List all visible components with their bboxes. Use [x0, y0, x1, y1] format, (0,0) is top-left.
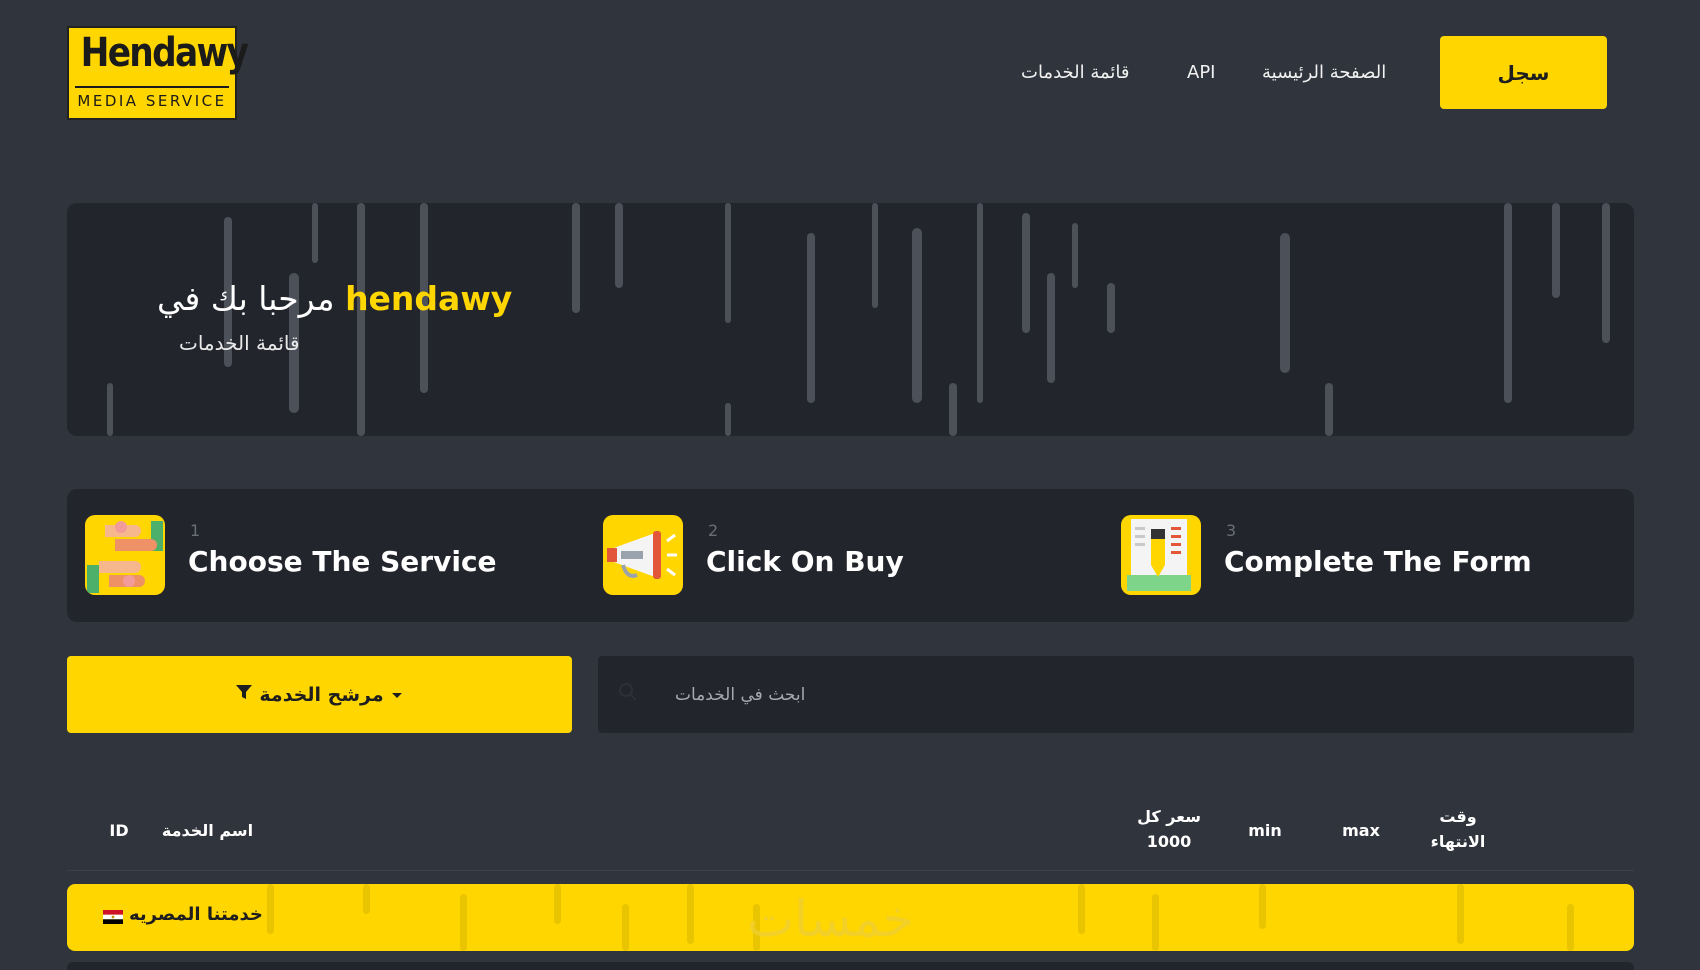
step-label: Click On Buy [706, 545, 904, 578]
col-header-price-line1: سعر كل [1137, 807, 1201, 826]
nav-api[interactable]: API [1187, 56, 1215, 90]
egypt-flag-icon [103, 908, 123, 924]
hero-brand: hendawy [345, 279, 513, 318]
filter-label: مرشح الخدمة [259, 683, 384, 706]
step-number: 2 [708, 521, 719, 540]
col-header-time-line2: الانتهاء [1430, 832, 1486, 851]
category-label: خدمتنا المصريه [129, 904, 263, 925]
step-2: 2 Click On Buy [585, 515, 1085, 597]
col-header-price-line2: 1000 [1146, 832, 1192, 851]
logo-subtitle: MEDIA SERVICE [75, 86, 229, 113]
col-header-price: سعر كل 1000 [1128, 804, 1210, 854]
form-icon [1121, 515, 1201, 595]
filter-icon [235, 683, 253, 706]
step-1: 1 Choose The Service [67, 515, 567, 597]
col-header-name: اسم الخدمة [161, 821, 254, 840]
nav-services-list[interactable]: قائمة الخدمات [1021, 56, 1130, 90]
step-number: 1 [190, 521, 201, 540]
step-number: 3 [1226, 521, 1237, 540]
hero-title: hendawy مرحبا بك في [157, 279, 617, 318]
search-box[interactable] [598, 656, 1634, 733]
hero-banner: hendawy مرحبا بك في قائمة الخدمات [67, 203, 1634, 436]
logo[interactable]: Hendawy MEDIA SERVICE [67, 26, 249, 120]
nav-home[interactable]: الصفحة الرئيسية [1262, 56, 1386, 90]
watermark: خمسات [747, 890, 914, 948]
steps-panel: 1 Choose The Service 2 Click On Buy 3 Co… [67, 489, 1634, 622]
category-row[interactable]: خمسات خدمتنا المصريه [67, 884, 1634, 951]
page: Hendawy MEDIA SERVICE قائمة الخدمات API … [0, 0, 1700, 970]
signup-button[interactable]: سجل [1440, 36, 1607, 109]
search-icon [618, 682, 638, 702]
hero-welcome: مرحبا بك في [157, 279, 335, 318]
col-header-min: min [1248, 821, 1282, 840]
chevron-down-icon [390, 684, 404, 706]
next-row-edge [67, 962, 1634, 970]
step-3: 3 Complete The Form [1103, 515, 1603, 597]
step-label: Choose The Service [188, 545, 497, 578]
search-input[interactable] [673, 674, 1377, 716]
category-title: خدمتنا المصريه [103, 904, 263, 925]
handshake-icon [85, 515, 165, 595]
hero-subtitle: قائمة الخدمات [179, 331, 300, 355]
col-header-id: ID [109, 821, 129, 840]
table-header-divider [67, 870, 1634, 871]
logo-word: Hendawy [80, 30, 249, 76]
step-label: Complete The Form [1224, 545, 1532, 578]
col-header-time: وقت الانتهاء [1423, 804, 1493, 854]
col-header-max: max [1342, 821, 1380, 840]
service-filter-dropdown[interactable]: مرشح الخدمة [67, 656, 572, 733]
megaphone-icon [603, 515, 683, 595]
col-header-time-line1: وقت [1439, 807, 1477, 826]
